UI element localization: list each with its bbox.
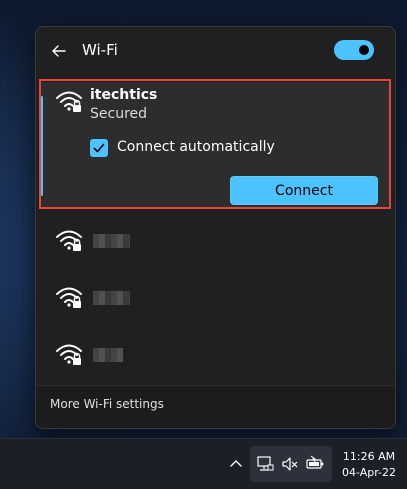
- network-item[interactable]: [40, 334, 389, 374]
- checkbox-box[interactable]: [90, 139, 108, 157]
- network-item[interactable]: [40, 277, 389, 317]
- network-name-redacted: [93, 348, 123, 362]
- more-wifi-settings-link[interactable]: More Wi-Fi settings: [50, 397, 164, 411]
- flyout-footer: More Wi-Fi settings: [36, 386, 395, 428]
- network-name-redacted: [93, 234, 130, 248]
- clock-time: 11:26 AM: [342, 450, 396, 463]
- toggle-knob: [359, 45, 369, 55]
- connect-button[interactable]: Connect: [230, 176, 378, 205]
- chevron-up-icon[interactable]: [229, 458, 243, 468]
- network-item[interactable]: [40, 220, 389, 260]
- wifi-toggle[interactable]: [334, 40, 374, 60]
- wifi-secured-icon: [56, 344, 82, 365]
- connect-automatically-label: Connect automatically: [117, 139, 275, 155]
- back-arrow-icon[interactable]: [50, 42, 68, 60]
- flyout-header: Wi-Fi: [36, 27, 395, 77]
- wifi-secured-icon: [56, 230, 82, 251]
- selection-indicator: [40, 96, 43, 196]
- taskbar: 11:26 AM 04-Apr-22: [0, 438, 407, 489]
- network-ethernet-icon: [257, 456, 274, 471]
- checkmark-icon: [93, 143, 105, 153]
- network-name: itechtics: [90, 87, 158, 103]
- speaker-muted-icon: [282, 457, 298, 471]
- network-status: Secured: [90, 106, 148, 122]
- page-title: Wi-Fi: [82, 41, 118, 59]
- wifi-flyout: Wi-Fi itechtics Secured Connect automati…: [35, 26, 396, 429]
- clock-date: 04-Apr-22: [341, 466, 397, 479]
- network-name-redacted: [93, 291, 130, 305]
- wifi-secured-icon: [56, 91, 82, 112]
- wifi-secured-icon: [56, 287, 82, 308]
- battery-charging-icon: [306, 455, 324, 469]
- quick-settings-tray[interactable]: [250, 446, 332, 482]
- network-item-selected[interactable]: itechtics Secured Connect automatically …: [40, 82, 389, 207]
- taskbar-clock[interactable]: 11:26 AM 04-Apr-22: [338, 449, 400, 481]
